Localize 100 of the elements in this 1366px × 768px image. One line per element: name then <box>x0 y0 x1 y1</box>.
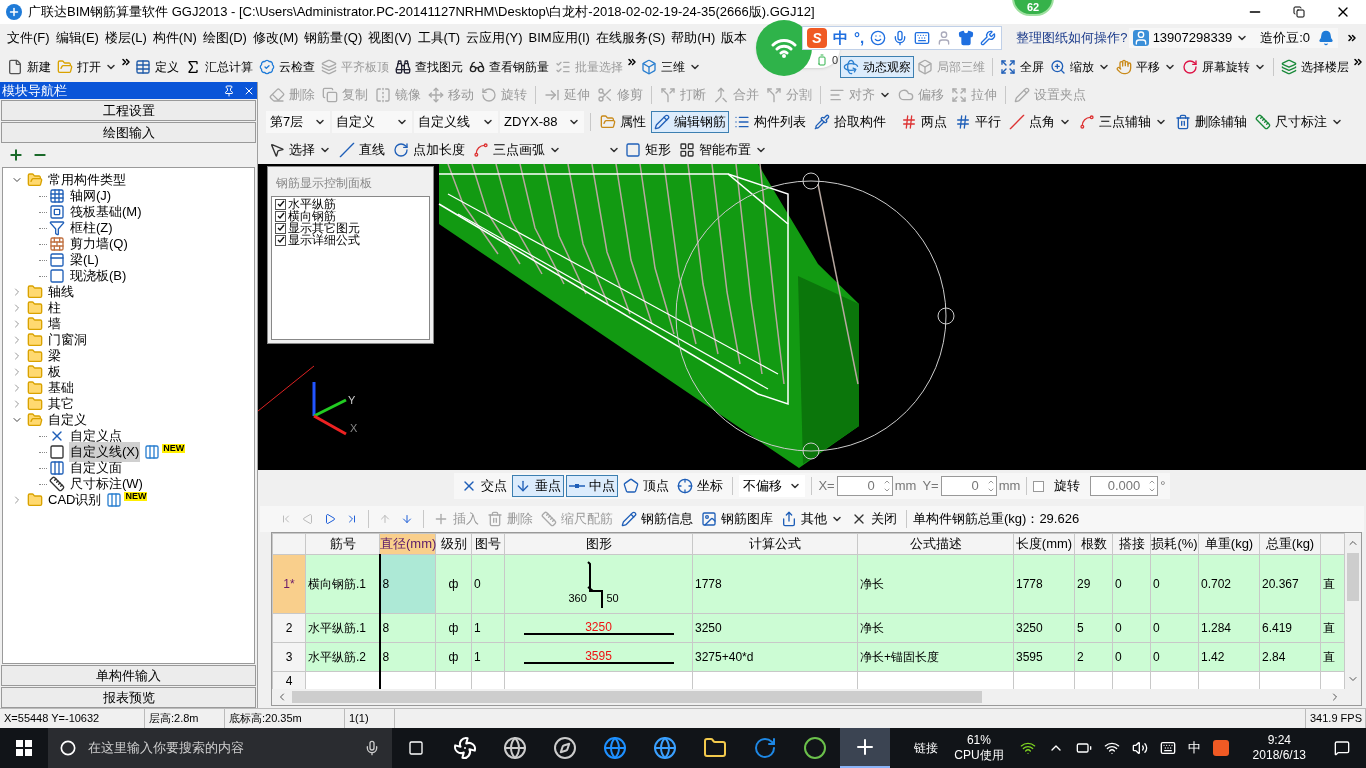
spin-up-icon[interactable] <box>882 478 891 486</box>
taskbar-app[interactable] <box>840 728 890 768</box>
toolbar-button[interactable]: 顶点 <box>620 475 673 497</box>
overflow-chevron-icon[interactable] <box>1346 32 1358 44</box>
overflow-chevron-icon[interactable] <box>626 56 638 68</box>
menu-item[interactable]: 视图(V) <box>365 28 415 48</box>
scrollbar-thumb[interactable] <box>292 691 982 703</box>
toolbar-button[interactable]: 全屏 <box>997 56 1047 78</box>
menu-item[interactable]: 工具(T) <box>414 28 464 48</box>
toolbar-button[interactable]: 三维 <box>638 56 704 78</box>
toolbar-button[interactable]: 交点 <box>458 475 511 497</box>
toolbar-button[interactable]: 坐标 <box>674 475 727 497</box>
pin-icon[interactable] <box>223 84 235 97</box>
spin-down-icon[interactable] <box>882 486 891 494</box>
column-header[interactable]: 级别 <box>435 533 472 554</box>
spin-up-icon[interactable] <box>986 478 995 486</box>
ime-button[interactable]: °, <box>854 26 865 50</box>
menu-item[interactable]: 文件(F) <box>4 28 53 48</box>
spin-down-icon[interactable] <box>986 486 995 494</box>
keyboard-icon[interactable] <box>1159 740 1176 756</box>
toolbar-button[interactable]: 直线 <box>336 139 388 161</box>
toolbar-button[interactable]: 点角 <box>1006 111 1074 133</box>
column-header[interactable]: 公式描述 <box>857 533 1014 554</box>
spin-down-icon[interactable] <box>1148 486 1157 494</box>
toolbar-button[interactable]: 云检查 <box>256 56 318 78</box>
clock-time[interactable]: 9:24 <box>1267 733 1291 748</box>
nav-button[interactable]: 单构件输入 <box>1 665 256 686</box>
offset-dropdown[interactable]: 不偏移 <box>739 475 806 497</box>
checkbox[interactable] <box>275 222 286 234</box>
horizontal-scrollbar[interactable] <box>272 689 1361 705</box>
toolbar-button[interactable]: 矩形 <box>622 139 674 161</box>
toolbar-button[interactable]: 查看钢筋量 <box>466 56 552 78</box>
column-header[interactable]: 总重(kg) <box>1259 533 1321 554</box>
nav-button[interactable]: 工程设置 <box>1 100 256 121</box>
menu-item[interactable]: BIM应用(I) <box>525 28 593 48</box>
overflow-chevron-icon[interactable] <box>1352 56 1364 68</box>
toolbar-button[interactable]: 选择 <box>266 139 334 161</box>
row-header[interactable]: 3 <box>272 642 306 671</box>
windows-logo-icon[interactable] <box>16 740 32 756</box>
column-header[interactable]: 直径(mm) <box>379 533 436 554</box>
toolbar-button[interactable]: 平行 <box>952 111 1004 133</box>
number-field[interactable]: 0 <box>836 476 893 496</box>
wrench-icon[interactable] <box>980 30 997 46</box>
column-header[interactable]: 图形 <box>504 533 693 554</box>
menu-item[interactable]: 绘图(D) <box>199 28 250 48</box>
toolbar-button[interactable]: 钢筋信息 <box>618 508 696 530</box>
column-header[interactable]: 搭接 <box>1112 533 1151 554</box>
wifi-icon[interactable] <box>1019 740 1036 756</box>
vertical-scrollbar[interactable] <box>1345 533 1361 689</box>
toolbar-button[interactable]: 拾取构件 <box>811 111 889 133</box>
sogou-tray-icon[interactable] <box>1212 740 1229 756</box>
toolbar-button[interactable]: 汇总计算 <box>182 56 256 78</box>
dropdown[interactable]: 第7层 <box>266 111 330 133</box>
toolbar-button[interactable]: 尺寸标注 <box>1252 111 1346 133</box>
toolbar-button[interactable]: 缩放 <box>1047 56 1113 78</box>
task-view-icon[interactable] <box>408 740 424 756</box>
column-header[interactable]: 损耗(%) <box>1150 533 1199 554</box>
toolbar-button[interactable]: 打开 <box>54 56 120 78</box>
column-header[interactable]: 单重(kg) <box>1198 533 1260 554</box>
3d-viewport[interactable]: 钢筋显示控制面板 水平纵筋 横向钢筋 显示其它图元 显示详细公式 Y X <box>258 164 1366 470</box>
expand-all-icon[interactable] <box>8 147 24 163</box>
scrollbar-thumb[interactable] <box>1347 553 1359 601</box>
toolbar-button[interactable]: 屏幕旋转 <box>1179 56 1269 78</box>
menu-item[interactable]: 在线服务(S) <box>592 28 669 48</box>
checkbox[interactable] <box>275 198 286 210</box>
menu-item[interactable]: 钢筋量(Q) <box>301 28 366 48</box>
toolbar-button[interactable]: 属性 <box>597 111 649 133</box>
bell-icon[interactable] <box>1318 30 1334 46</box>
battery-icon[interactable] <box>1075 740 1092 756</box>
toolbar-button[interactable]: 动态观察 <box>840 56 914 78</box>
search-field[interactable]: 在这里输入你要搜索的内容 <box>48 728 392 768</box>
volume-icon[interactable] <box>1131 740 1148 756</box>
dropdown[interactable]: ZDYX-88 <box>500 111 584 133</box>
row-header[interactable]: 1* <box>272 554 306 613</box>
checkbox[interactable] <box>275 234 286 246</box>
toolbar-button[interactable]: 三点辅轴 <box>1076 111 1170 133</box>
toolbar-label[interactable]: 链接 <box>914 739 939 757</box>
toolbar-button[interactable]: 删除辅轴 <box>1172 111 1250 133</box>
toolbar-button[interactable]: 垂点 <box>512 475 565 497</box>
clock-date[interactable]: 2018/6/13 <box>1252 748 1306 763</box>
mic-icon[interactable] <box>364 740 380 756</box>
menu-item[interactable]: 构件(N) <box>149 28 200 48</box>
number-field[interactable]: 0.000 <box>1090 476 1159 496</box>
menu-item[interactable]: 版本 <box>718 28 751 48</box>
toolbar-button[interactable]: 编辑钢筋 <box>651 111 729 133</box>
toolbar-button[interactable]: 新建 <box>4 56 54 78</box>
nav-button[interactable]: 报表预览 <box>1 687 256 708</box>
shirt-icon[interactable] <box>958 30 975 46</box>
toolbar-button[interactable]: 定义 <box>132 56 182 78</box>
menu-item[interactable]: 帮助(H) <box>668 28 719 48</box>
column-header[interactable]: 计算公式 <box>692 533 858 554</box>
toolbar-button[interactable]: 选择楼层 <box>1278 56 1352 78</box>
tree-item[interactable]: 自定义线(X) <box>69 442 141 462</box>
dropdown[interactable]: 自定义线 <box>414 111 498 133</box>
toolbar-button[interactable]: 三点画弧 <box>470 139 564 161</box>
notification-icon[interactable] <box>1334 740 1350 756</box>
checkbox[interactable] <box>1033 480 1045 492</box>
column-header[interactable]: 图号 <box>471 533 505 554</box>
toolbar-button[interactable]: 两点 <box>898 111 950 133</box>
toolbar-button[interactable]: 其他 <box>778 508 846 530</box>
